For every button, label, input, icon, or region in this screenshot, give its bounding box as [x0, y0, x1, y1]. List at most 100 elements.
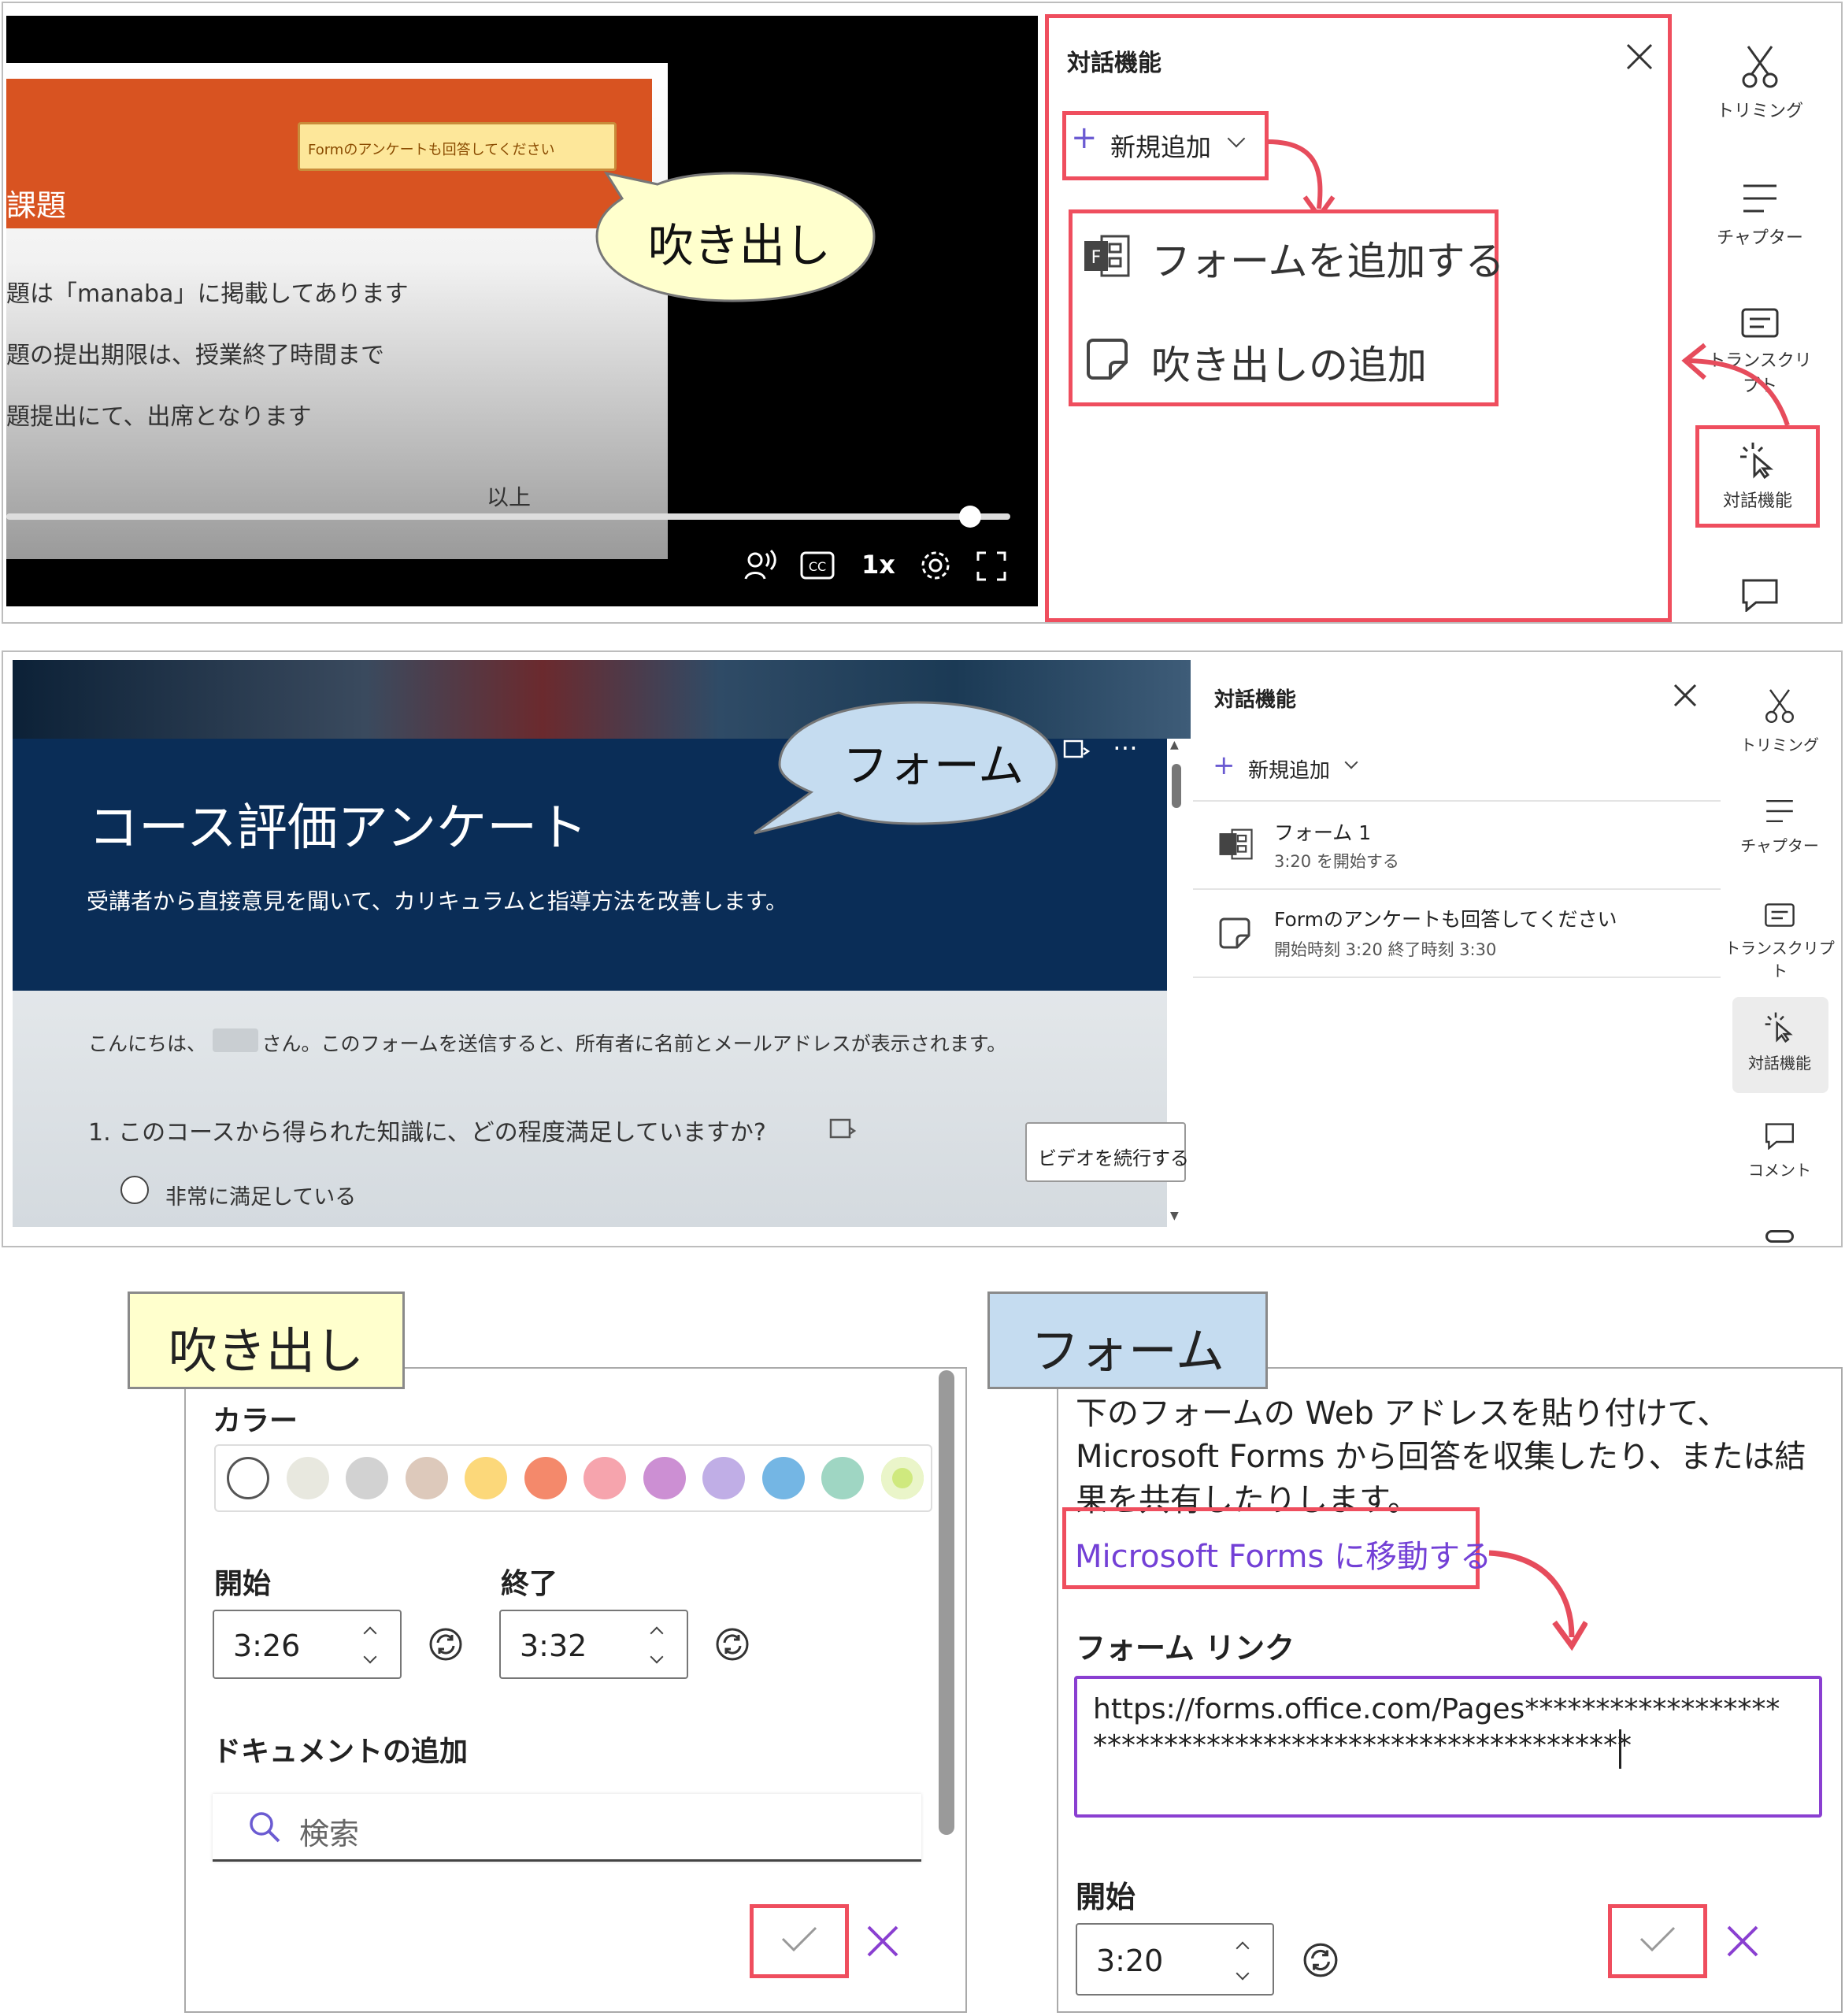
menu-add-form[interactable]: フォームを追加する — [1151, 230, 1505, 287]
add-new-button[interactable]: 新規追加 — [1110, 128, 1211, 164]
confirm-check-icon[interactable] — [780, 1923, 819, 1955]
playback-speed-button[interactable]: 1x — [861, 550, 895, 580]
list-item-callout-sub: 開始時刻 3:20 終了時刻 3:30 — [1274, 940, 1497, 959]
redacted-name — [213, 1028, 258, 1052]
form-cancel-x-icon[interactable] — [1726, 1925, 1759, 1958]
form-icon: F — [1084, 235, 1130, 277]
radio-option-1[interactable] — [120, 1176, 149, 1204]
progress-track[interactable] — [6, 513, 1010, 520]
scroll-down-icon[interactable]: ▼ — [1170, 1210, 1179, 1222]
rail-chapters-label-2: チャプター — [1740, 836, 1819, 855]
plus-icon[interactable]: + — [1071, 120, 1098, 156]
spin-up-icon-2[interactable] — [650, 1626, 664, 1640]
list-item-callout[interactable]: Formのアンケートも回答してください 開始時刻 3:20 終了時刻 3:30 — [1193, 890, 1721, 976]
end-label: 終了 — [501, 1568, 558, 1600]
form-icon-2 — [1219, 828, 1253, 860]
rail-chapters-2[interactable]: チャプター — [1721, 797, 1839, 856]
sync-icon[interactable] — [428, 1627, 463, 1662]
form-reader-icon[interactable] — [1063, 739, 1091, 762]
scissors-icon-2 — [1765, 689, 1794, 723]
audio-description-icon[interactable] — [743, 547, 777, 582]
cursor-click-icon — [1740, 443, 1774, 480]
rail-interactive[interactable]: 対話機能 — [1699, 441, 1817, 512]
color-swatch[interactable] — [702, 1457, 745, 1499]
toggle-icon[interactable] — [1765, 1230, 1794, 1243]
color-swatch[interactable] — [761, 1457, 805, 1499]
rail-trim-label-2: トリミング — [1740, 736, 1819, 754]
list-item-callout-title: Formのアンケートも回答してください — [1274, 908, 1617, 931]
cancel-x-icon[interactable] — [866, 1925, 899, 1958]
form-link-label: フォーム リンク — [1076, 1631, 1295, 1666]
cursor-click-icon-2 — [1765, 1012, 1793, 1043]
spin-up-icon-3[interactable] — [1236, 1941, 1250, 1955]
continue-video-button[interactable]: ビデオを続行する — [1025, 1122, 1189, 1182]
menu-add-callout[interactable]: 吹き出しの追加 — [1151, 334, 1427, 391]
sync-icon-2[interactable] — [715, 1627, 750, 1662]
microsoft-forms-link[interactable]: Microsoft Forms に移動する — [1075, 1531, 1491, 1577]
spin-up-icon[interactable] — [363, 1626, 377, 1640]
immersive-reader-icon[interactable] — [829, 1117, 858, 1142]
start-time-input[interactable]: 3:26 — [213, 1610, 402, 1679]
form-bubble-label: フォーム — [843, 739, 1024, 792]
fullscreen-icon[interactable] — [976, 551, 1006, 581]
color-swatch[interactable] — [227, 1457, 269, 1499]
rail-transcript-2[interactable]: トランスクリプト — [1721, 902, 1839, 981]
video-player[interactable]: Formのアンケートも回答してください 課題 題は「manaba」に掲載してあり… — [6, 16, 1038, 606]
rail-interactive-2[interactable]: 対話機能 — [1721, 1011, 1839, 1073]
callout-bubble-label: 吹き出し — [648, 219, 832, 272]
add-new-button-2[interactable]: 新規追加 — [1248, 754, 1330, 784]
slide-line-1: 題は「manaba」に掲載してあります — [6, 280, 409, 308]
form-start-input[interactable]: 3:20 — [1076, 1923, 1274, 1996]
rail-chapters-label: チャプター — [1717, 228, 1803, 248]
color-swatch[interactable] — [524, 1457, 567, 1499]
spin-down-icon-3[interactable] — [1236, 1966, 1250, 1981]
form-scrollbar[interactable] — [1172, 764, 1181, 808]
rail-trim-2[interactable]: トリミング — [1721, 687, 1839, 755]
close-icon[interactable] — [1625, 43, 1654, 71]
comment-icon[interactable] — [1740, 577, 1780, 612]
form-tag: フォーム — [987, 1292, 1268, 1389]
rail-interactive-label: 対話機能 — [1722, 491, 1792, 511]
rail-chapters[interactable]: チャプター — [1701, 181, 1819, 249]
color-swatch[interactable] — [821, 1457, 864, 1499]
panel-title: 対話機能 — [1067, 50, 1161, 77]
color-swatch[interactable] — [584, 1457, 626, 1499]
scroll-up-icon[interactable]: ▲ — [1170, 739, 1179, 751]
color-swatch[interactable] — [405, 1457, 448, 1499]
color-swatch[interactable] — [286, 1457, 329, 1499]
settings-gear-icon[interactable] — [918, 548, 953, 583]
document-search-input[interactable]: 検索 — [299, 1810, 359, 1853]
callout-icon — [1087, 339, 1128, 380]
form-description: 下のフォームの Web アドレスを貼り付けて、Microsoft Forms か… — [1076, 1395, 1806, 1518]
arrow-to-rail — [1681, 343, 1790, 426]
slide-line-2: 題の提出期限は、授業終了時間まで — [6, 342, 384, 369]
color-label: カラー — [213, 1405, 298, 1437]
progress-handle[interactable] — [959, 506, 981, 528]
callout-icon-2 — [1219, 917, 1250, 949]
captions-icon[interactable]: CC — [800, 551, 835, 580]
rail-comment[interactable]: コメント — [1721, 1121, 1839, 1180]
slide-ending: 以上 — [487, 484, 532, 510]
spin-down-icon[interactable] — [363, 1650, 377, 1664]
editor-scrollbar[interactable] — [939, 1370, 954, 1835]
color-swatch[interactable] — [880, 1457, 924, 1499]
svg-text:F: F — [1091, 248, 1102, 268]
search-icon — [250, 1812, 280, 1843]
color-swatch[interactable] — [643, 1457, 686, 1499]
form-link-line-2: ************************************** — [1093, 1729, 1632, 1762]
rail-trim[interactable]: トリミング — [1701, 43, 1819, 122]
plus-icon-2[interactable]: + — [1213, 750, 1236, 781]
end-time-input[interactable]: 3:32 — [499, 1610, 688, 1679]
list-item-form[interactable]: フォーム 1 3:20 を開始する — [1193, 802, 1721, 888]
slide-callout: Formのアンケートも回答してください — [298, 122, 617, 171]
color-swatch[interactable] — [346, 1457, 388, 1499]
callout-tag: 吹き出し — [128, 1292, 405, 1389]
sync-icon-3[interactable] — [1302, 1942, 1339, 1978]
close-icon-2[interactable] — [1673, 684, 1697, 707]
form-more-icon[interactable]: ⋯ — [1113, 732, 1138, 762]
panel-title-2: 対話機能 — [1214, 688, 1297, 712]
color-swatch[interactable] — [465, 1457, 507, 1499]
form-confirm-check-icon[interactable] — [1638, 1923, 1677, 1955]
rail-interactive-label-2: 対話機能 — [1748, 1054, 1811, 1073]
spin-down-icon-2[interactable] — [650, 1650, 664, 1664]
